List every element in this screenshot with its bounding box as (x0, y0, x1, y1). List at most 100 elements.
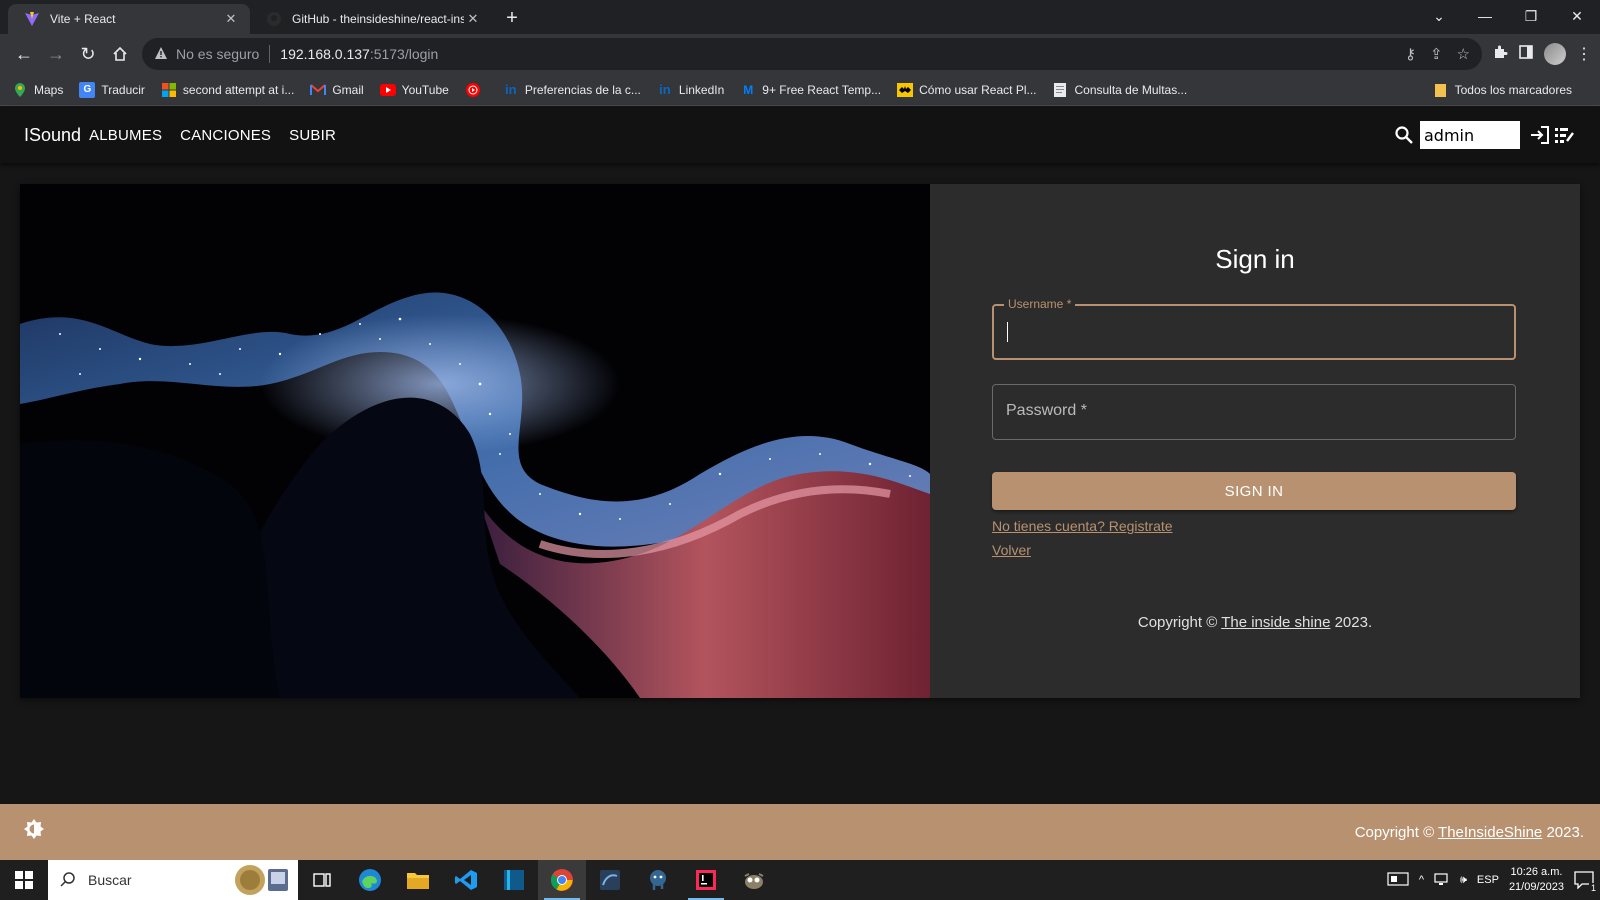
share-icon[interactable]: ⇪ (1430, 45, 1443, 63)
keyboard-icon[interactable] (1387, 871, 1409, 889)
register-icon[interactable] (1552, 123, 1576, 147)
search-input[interactable] (1420, 121, 1520, 149)
login-icon[interactable] (1528, 123, 1552, 147)
vite-icon (24, 11, 40, 27)
search-highlight-icon (232, 863, 292, 897)
back-link[interactable]: Volver (992, 542, 1031, 558)
linkedin-icon: in (505, 82, 517, 97)
edge-icon[interactable] (346, 860, 394, 900)
bookmark-react-pl[interactable]: Cómo usar React Pl... (897, 82, 1036, 98)
app-window-icon[interactable] (490, 860, 538, 900)
document-icon (1052, 82, 1068, 98)
taskbar-search[interactable]: Buscar (48, 860, 298, 900)
bookmark-maps[interactable]: Maps (12, 82, 63, 98)
bookmark-linkedin[interactable]: in LinkedIn (657, 82, 724, 98)
tab-vite-react[interactable]: Vite + React ✕ (8, 4, 250, 34)
signin-title: Sign in (1215, 244, 1295, 274)
tab-title: GitHub - theinsideshine/react-ins (292, 12, 464, 26)
register-link[interactable]: No tienes cuenta? Registrate (992, 518, 1173, 534)
new-tab-button[interactable]: + (498, 4, 526, 32)
bookmark-traducir[interactable]: G Traducir (79, 81, 145, 98)
language-indicator[interactable]: ESP (1477, 874, 1499, 886)
bookmark-preferencias[interactable]: in Preferencias de la c... (503, 82, 641, 98)
divider (269, 45, 271, 63)
card-copyright: Copyright © The inside shine 2023. (1137, 614, 1373, 631)
task-view-icon[interactable] (298, 860, 346, 900)
reload-icon[interactable]: ↻ (72, 38, 104, 70)
clock-date: 21/09/2023 (1508, 881, 1564, 893)
brand-logo[interactable]: ISound (24, 125, 81, 146)
windows-start-icon[interactable] (0, 860, 48, 900)
footer-copyright-link[interactable]: TheInsideShine (1438, 824, 1542, 841)
bookmark-youtube[interactable]: YouTube (379, 82, 449, 98)
restore-icon[interactable]: ❐ (1508, 0, 1554, 32)
bookmark-gmail[interactable]: Gmail (310, 82, 364, 98)
gmail-icon (310, 82, 327, 98)
star-icon[interactable]: ☆ (1457, 45, 1470, 63)
text-caret (1007, 322, 1008, 342)
search-icon[interactable] (1392, 123, 1416, 147)
volume-icon[interactable]: 🕪 (1460, 874, 1467, 887)
address-bar[interactable]: No es seguro 192.168.0.137 :5173/login ⚷… (142, 38, 1482, 70)
bookmark-youtube-music[interactable] (465, 82, 487, 98)
vscode-icon[interactable] (442, 860, 490, 900)
bookmark-multas[interactable]: Consulta de Multas... (1052, 82, 1187, 98)
gimp-icon[interactable] (730, 860, 778, 900)
notification-count: 1 (1588, 883, 1598, 893)
tab-search-icon[interactable]: ⌄ (1416, 0, 1462, 32)
theme-toggle-icon[interactable] (22, 818, 46, 847)
mui-icon: M (743, 82, 754, 97)
close-tab-icon[interactable]: ✕ (464, 10, 482, 28)
key-icon[interactable]: ⚷ (1405, 45, 1416, 63)
batman-icon (897, 82, 914, 98)
clock-time: 10:26 a.m. (1510, 866, 1563, 878)
sign-in-button[interactable]: SIGN IN (992, 472, 1516, 510)
system-tray: ^ 🕪 ESP 10:26 a.m. 21/09/2023 1 (1387, 865, 1600, 895)
app-navbar: ISound ALBUMES CANCIONES SUBIR (0, 107, 1600, 163)
forward-icon[interactable]: → (40, 38, 72, 70)
profile-avatar[interactable] (1544, 43, 1566, 65)
hero-image (20, 184, 930, 698)
home-icon[interactable] (104, 38, 136, 70)
close-tab-icon[interactable]: ✕ (222, 10, 240, 28)
github-icon (266, 11, 282, 27)
postgres-icon[interactable] (634, 860, 682, 900)
notifications-icon[interactable]: 1 (1574, 871, 1598, 893)
bookmark-second-attempt[interactable]: second attempt at i... (161, 82, 294, 98)
all-bookmarks[interactable]: Todos los marcadores (1433, 82, 1572, 98)
bookmark-react-templates[interactable]: M 9+ Free React Temp... (740, 82, 881, 98)
security-label[interactable]: No es seguro (176, 46, 259, 62)
warning-icon[interactable] (154, 46, 168, 63)
copyright-link[interactable]: The inside shine (1221, 614, 1330, 631)
side-panel-icon[interactable] (1518, 44, 1534, 65)
nav-albumes[interactable]: ALBUMES (89, 127, 162, 144)
toolbar-actions: ⋮ (1492, 43, 1592, 65)
file-explorer-icon[interactable] (394, 860, 442, 900)
network-icon[interactable] (1434, 872, 1450, 889)
navbar-actions (1392, 121, 1576, 149)
nav-canciones[interactable]: CANCIONES (180, 127, 271, 144)
password-field[interactable]: Password * (992, 384, 1516, 440)
chrome-icon[interactable] (538, 860, 586, 900)
url-path: :5173/login (369, 46, 439, 62)
url-host: 192.168.0.137 (280, 46, 370, 62)
login-form: Sign in Username * Password * SIGN IN No… (930, 184, 1580, 698)
chevron-up-icon[interactable]: ^ (1419, 874, 1424, 886)
tab-github[interactable]: GitHub - theinsideshine/react-ins ✕ (250, 4, 492, 34)
folder-icon (1433, 82, 1449, 98)
clock[interactable]: 10:26 a.m. 21/09/2023 (1509, 865, 1564, 895)
menu-icon[interactable]: ⋮ (1576, 44, 1592, 64)
back-icon[interactable]: ← (8, 38, 40, 70)
mysql-workbench-icon[interactable] (586, 860, 634, 900)
nav-subir[interactable]: SUBIR (289, 127, 336, 144)
extensions-icon[interactable] (1492, 44, 1508, 65)
browser-tab-strip: Vite + React ✕ GitHub - theinsideshine/r… (0, 0, 1600, 34)
canyon-night-sky-illustration (20, 184, 930, 698)
maps-icon (12, 82, 28, 98)
linkedin-icon: in (659, 82, 671, 97)
close-window-icon[interactable]: ✕ (1554, 0, 1600, 32)
minimize-icon[interactable]: — (1462, 0, 1508, 32)
intellij-icon[interactable] (682, 860, 730, 900)
username-field[interactable]: Username * (992, 297, 1516, 360)
window-controls: ⌄ — ❐ ✕ (1416, 0, 1600, 34)
